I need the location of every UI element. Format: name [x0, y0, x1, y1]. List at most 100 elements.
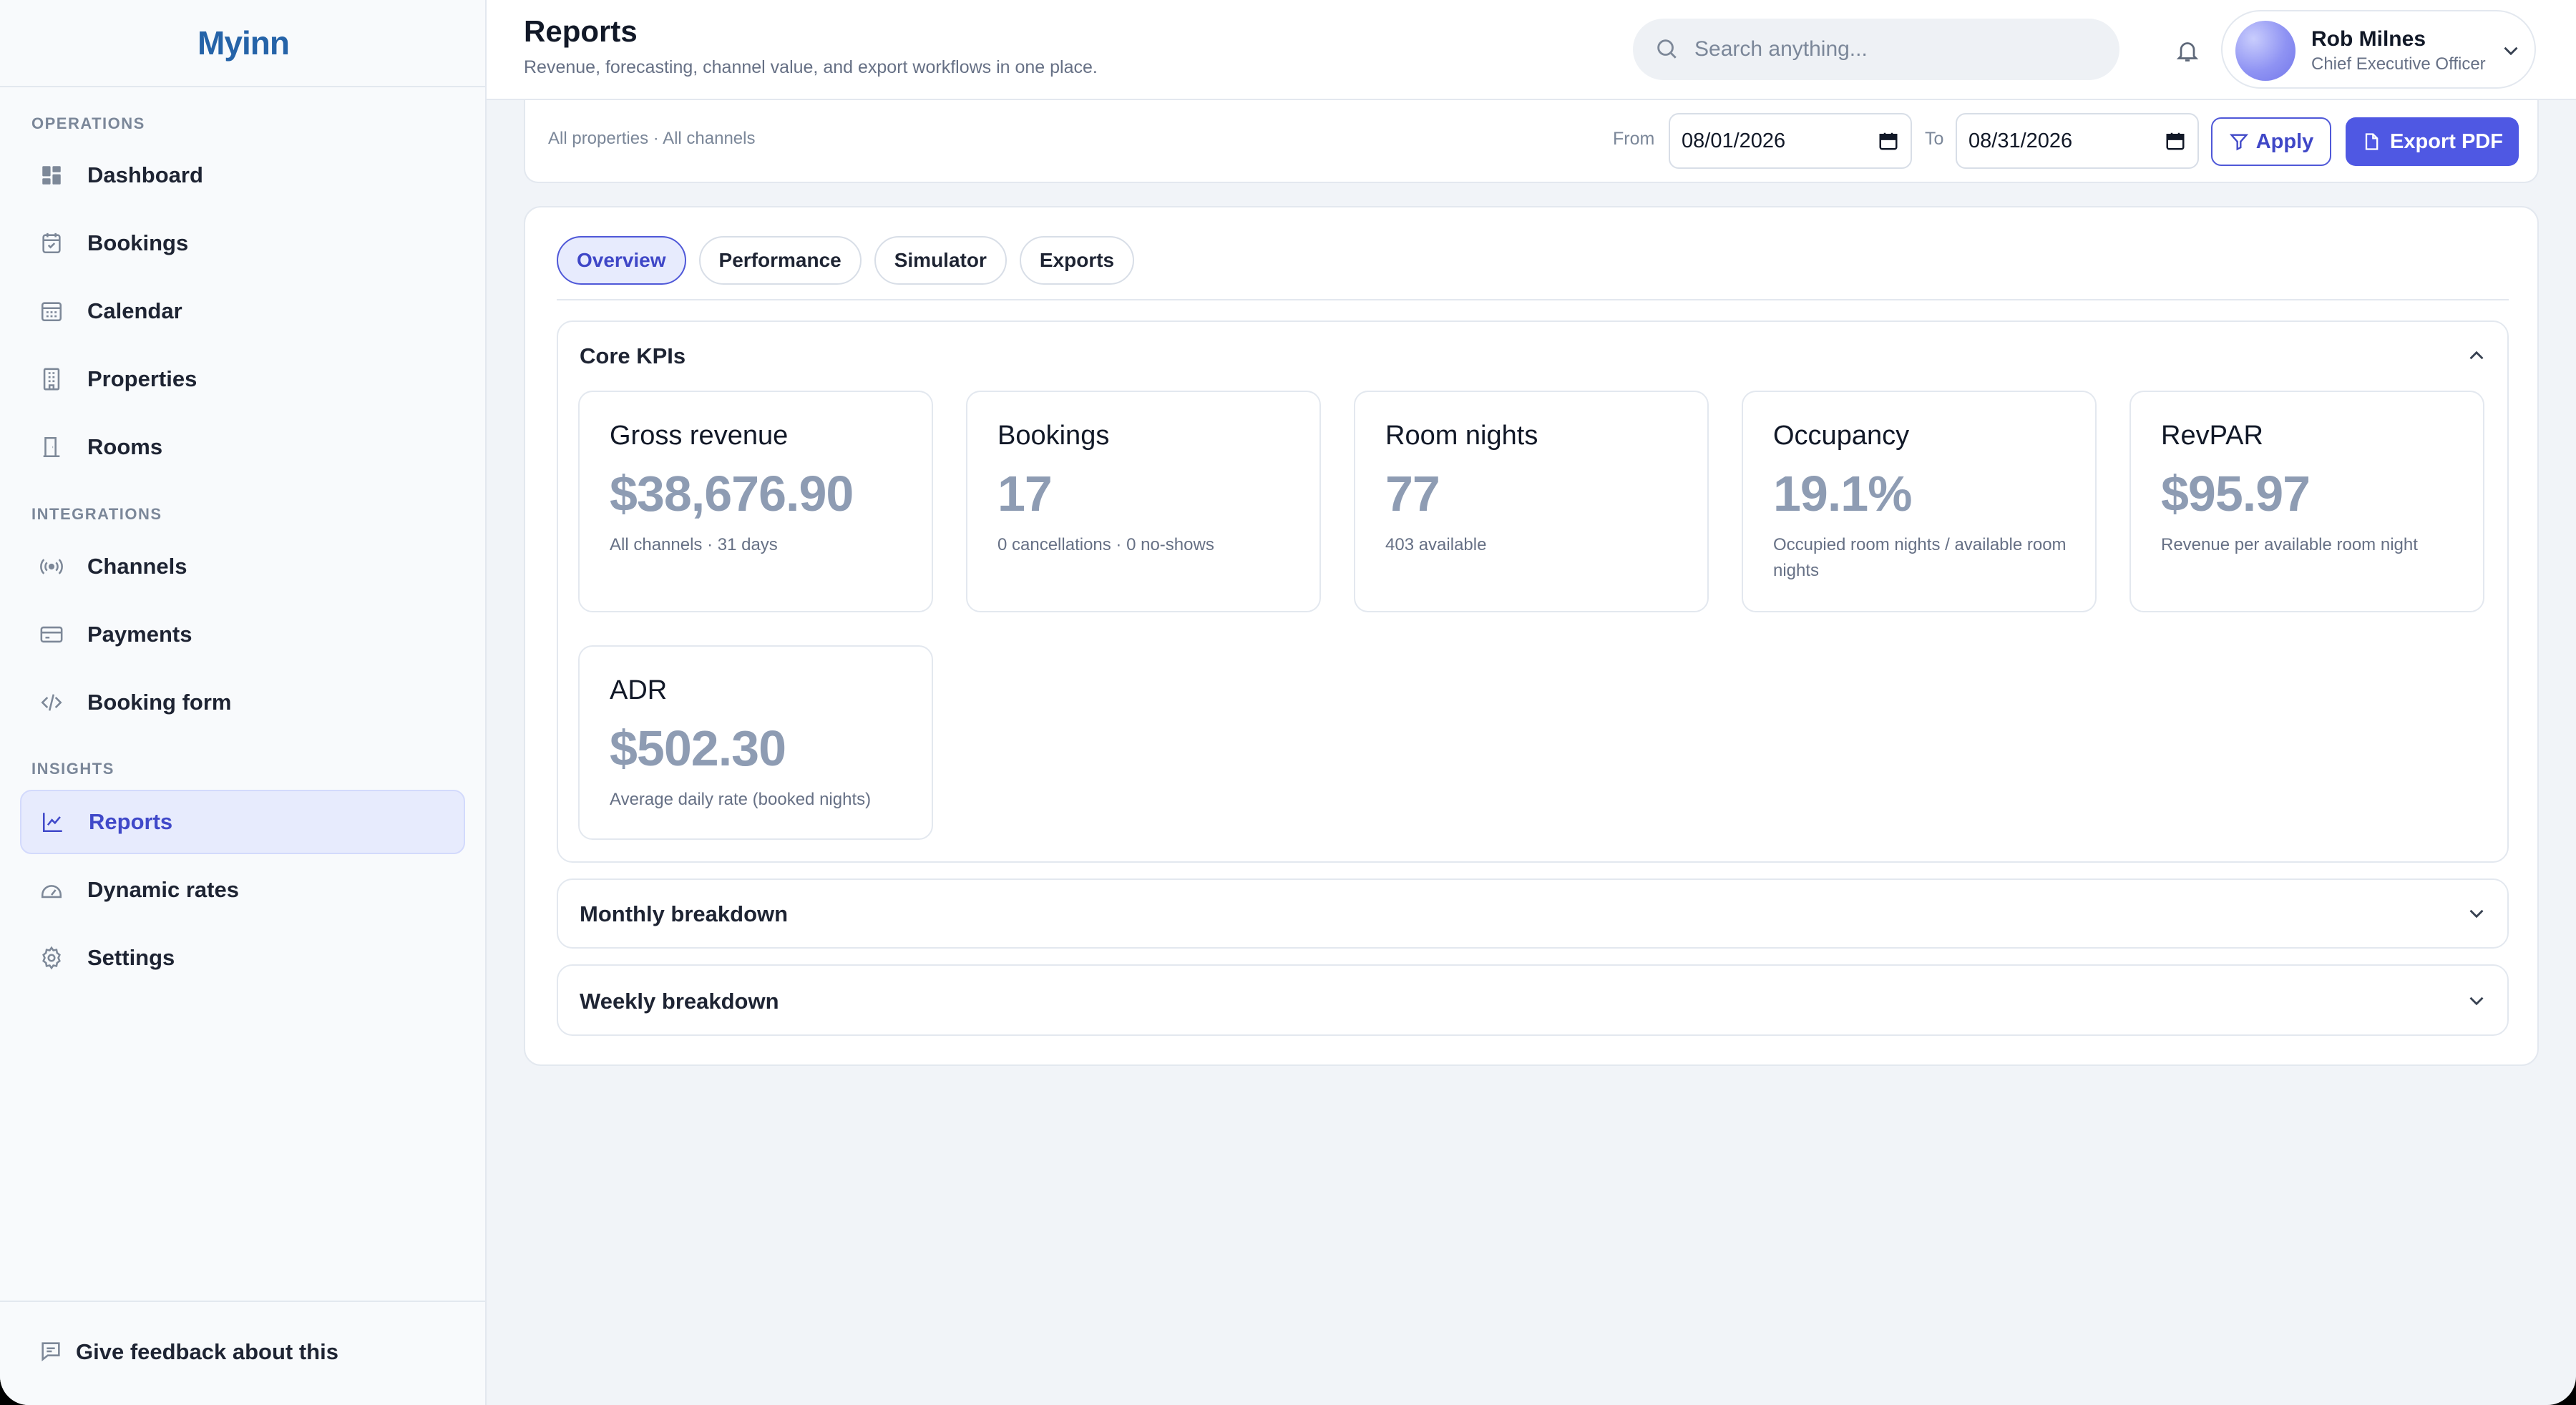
tab-exports[interactable]: Exports: [1019, 236, 1135, 285]
chevron-down-icon[interactable]: [2464, 989, 2489, 1013]
kpi-value: $38,676.90: [610, 466, 854, 522]
section-label-integrations: INTEGRATIONS: [31, 505, 162, 523]
tab-overview[interactable]: Overview: [557, 236, 686, 285]
kpi-note: All channels · 31 days: [610, 535, 778, 554]
core-kpis-title[interactable]: Core KPIs: [580, 343, 686, 369]
kpi-value: 19.1%: [1773, 466, 1912, 522]
dashboard-icon: [39, 162, 64, 188]
sidebar-item-label: Dynamic rates: [87, 877, 239, 902]
document-icon: [2361, 132, 2381, 152]
feedback-label: Give feedback about this: [76, 1339, 338, 1364]
from-label: From: [1613, 129, 1655, 149]
kpi-label: Gross revenue: [610, 421, 789, 451]
from-date-value: 08/01/2026: [1682, 129, 1786, 152]
to-label: To: [1925, 129, 1944, 149]
kpi-note: Average daily rate (booked nights): [610, 790, 872, 809]
kpi-label: Occupancy: [1773, 421, 1910, 451]
sidebar-item-payments[interactable]: Payments: [20, 602, 465, 667]
bell-icon[interactable]: [2170, 33, 2205, 69]
weekly-breakdown-section[interactable]: Weekly breakdown: [557, 964, 2509, 1036]
core-kpis-section: Core KPIs Gross revenue $38,676.90 All c…: [557, 320, 2509, 863]
avatar: [2235, 21, 2296, 81]
sidebar: Myinn OPERATIONS Dashboard Bookings Cale…: [0, 0, 487, 1405]
to-date-value: 08/31/2026: [1968, 129, 2073, 152]
chevron-down-icon: [2499, 39, 2523, 63]
sidebar-item-properties[interactable]: Properties: [20, 347, 465, 411]
calendar-icon[interactable]: [1878, 130, 1899, 152]
kpi-card-room-nights: Room nights 77 403 available: [1354, 391, 1709, 612]
sidebar-item-label: Dashboard: [87, 162, 203, 187]
sidebar-item-dashboard[interactable]: Dashboard: [20, 143, 465, 207]
kpi-note: Occupied room nights / available room ni…: [1773, 535, 2067, 580]
app-window: Myinn OPERATIONS Dashboard Bookings Cale…: [0, 0, 2576, 1405]
export-label: Export PDF: [2390, 129, 2503, 153]
kpi-note: 403 available: [1385, 535, 1487, 554]
filter-icon: [2229, 132, 2249, 152]
sidebar-item-label: Calendar: [87, 298, 182, 323]
section-label-operations: OPERATIONS: [31, 114, 145, 132]
sidebar-item-label: Bookings: [87, 230, 189, 255]
user-menu[interactable]: Rob Milnes Chief Executive Officer: [2221, 10, 2536, 89]
monthly-breakdown-section[interactable]: Monthly breakdown: [557, 878, 2509, 949]
kpi-card-gross-revenue: Gross revenue $38,676.90 All channels · …: [578, 391, 933, 612]
kpi-note: 0 cancellations · 0 no-shows: [997, 535, 1214, 554]
kpi-card-adr: ADR $502.30 Average daily rate (booked n…: [578, 645, 933, 840]
sidebar-item-dynamic-rates[interactable]: Dynamic rates: [20, 858, 465, 922]
tab-simulator[interactable]: Simulator: [874, 236, 1007, 285]
broadcast-icon: [39, 554, 64, 579]
user-name: Rob Milnes: [2311, 27, 2426, 51]
sidebar-item-label: Reports: [89, 809, 173, 834]
sidebar-item-reports[interactable]: Reports: [20, 790, 465, 854]
page-title: Reports: [524, 14, 638, 48]
calendar-icon[interactable]: [2165, 130, 2186, 152]
filter-bar: All properties · All channels From 08/01…: [524, 100, 2539, 183]
sidebar-item-calendar[interactable]: Calendar: [20, 279, 465, 343]
kpi-card-bookings: Bookings 17 0 cancellations · 0 no-shows: [966, 391, 1321, 612]
kpi-card-occupancy: Occupancy 19.1% Occupied room nights / a…: [1742, 391, 2097, 612]
apply-label: Apply: [2255, 129, 2314, 153]
sidebar-item-bookings[interactable]: Bookings: [20, 211, 465, 275]
code-icon: [39, 690, 64, 715]
divider: [557, 299, 2509, 300]
reports-card: Overview Performance Simulator Exports C…: [524, 206, 2539, 1066]
user-role: Chief Executive Officer: [2311, 54, 2486, 74]
credit-card-icon: [39, 622, 64, 647]
chevron-down-icon[interactable]: [2464, 901, 2489, 926]
chat-icon: [39, 1339, 64, 1365]
search-bar[interactable]: [1633, 19, 2119, 80]
kpi-label: RevPAR: [2161, 421, 2263, 451]
kpi-value: 77: [1385, 466, 1440, 522]
gear-icon: [39, 945, 64, 971]
report-tabs: Overview Performance Simulator Exports: [557, 236, 1135, 285]
calendar-icon: [39, 298, 64, 324]
search-input[interactable]: [1694, 37, 2095, 62]
sidebar-item-settings[interactable]: Settings: [20, 926, 465, 990]
bookings-icon: [39, 230, 64, 256]
sidebar-item-label: Settings: [87, 945, 175, 970]
gauge-icon: [39, 877, 64, 903]
chevron-up-icon[interactable]: [2464, 343, 2489, 368]
sidebar-item-label: Properties: [87, 366, 197, 391]
kpi-value: 17: [997, 466, 1053, 522]
door-icon: [39, 434, 64, 460]
to-date-input[interactable]: 08/31/2026: [1956, 113, 2199, 169]
logo[interactable]: Myinn: [0, 0, 487, 87]
sidebar-item-label: Payments: [87, 622, 192, 647]
from-date-input[interactable]: 08/01/2026: [1669, 113, 1912, 169]
monthly-breakdown-title: Monthly breakdown: [580, 901, 789, 926]
tab-performance[interactable]: Performance: [698, 236, 862, 285]
sidebar-item-channels[interactable]: Channels: [20, 534, 465, 599]
sidebar-item-label: Rooms: [87, 434, 163, 459]
chart-line-icon: [40, 809, 66, 835]
kpi-label: ADR: [610, 675, 668, 705]
sidebar-item-rooms[interactable]: Rooms: [20, 415, 465, 479]
weekly-breakdown-title: Weekly breakdown: [580, 989, 779, 1014]
sidebar-item-label: Channels: [87, 554, 187, 579]
feedback-link[interactable]: Give feedback about this: [0, 1301, 487, 1405]
kpi-note: Revenue per available room night: [2161, 535, 2418, 554]
apply-button[interactable]: Apply: [2211, 117, 2331, 166]
kpi-label: Room nights: [1385, 421, 1538, 451]
export-pdf-button[interactable]: Export PDF: [2346, 117, 2519, 166]
kpi-value: $502.30: [610, 720, 786, 776]
sidebar-item-booking-form[interactable]: Booking form: [20, 670, 465, 735]
